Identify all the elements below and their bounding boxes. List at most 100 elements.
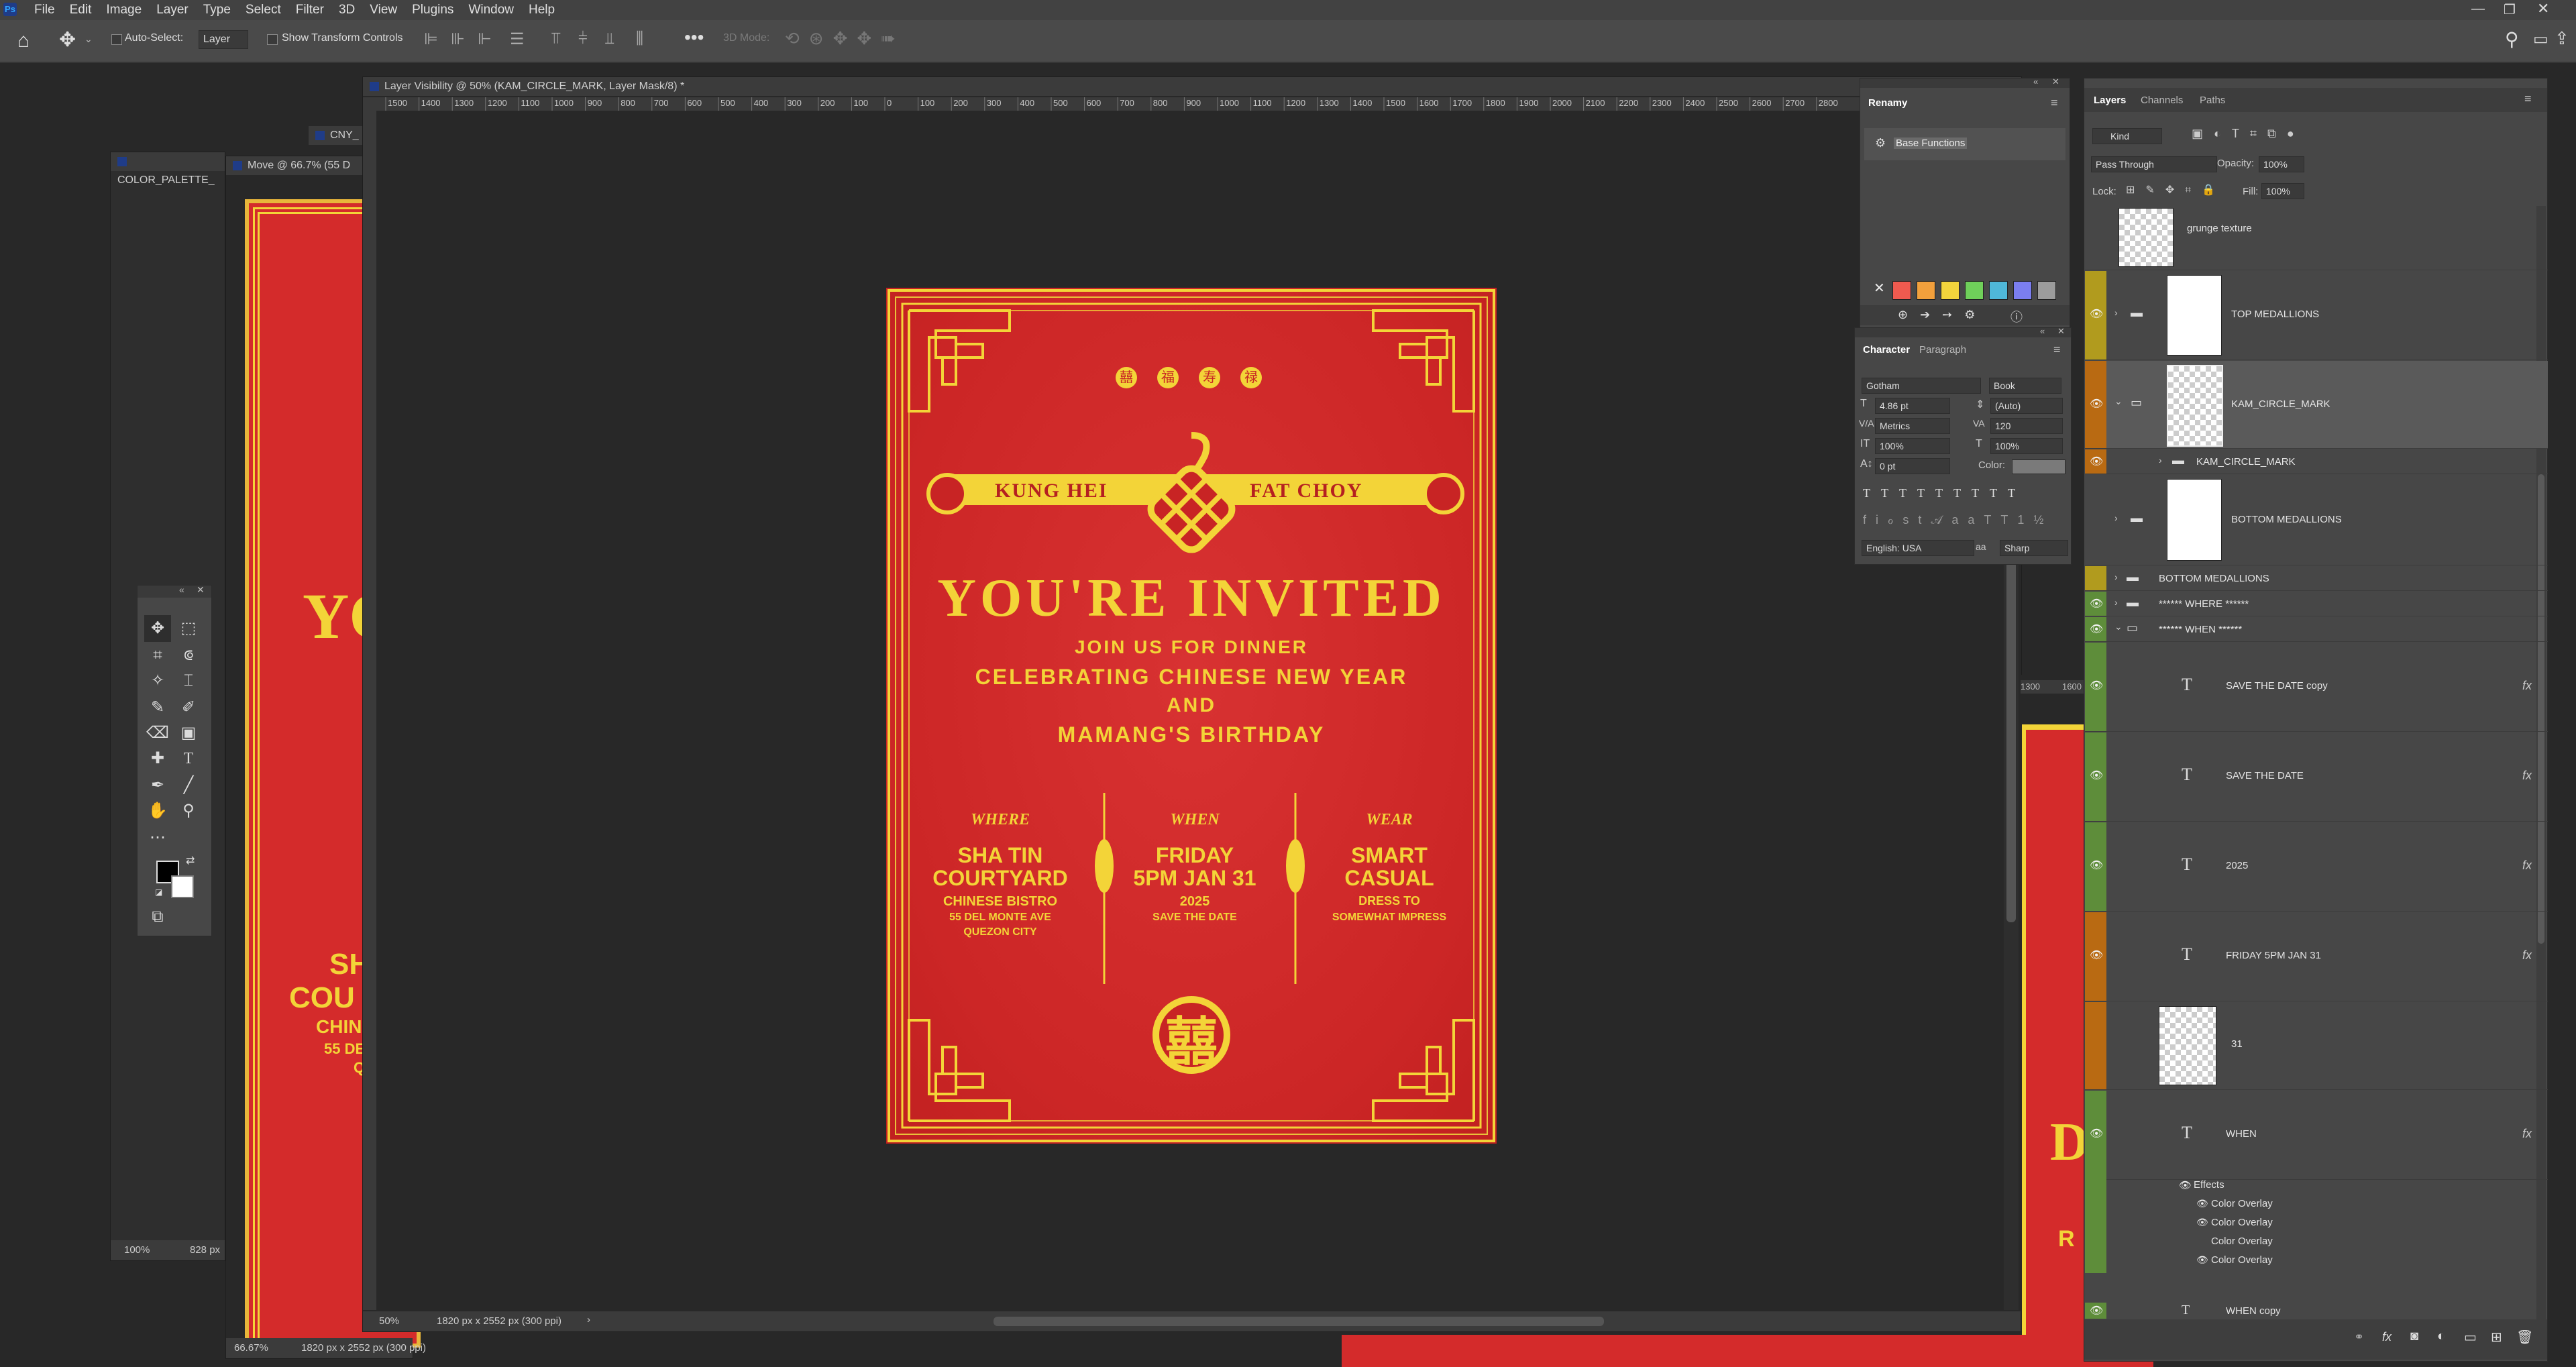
close-icon[interactable]: ✕ <box>2052 76 2059 87</box>
adjustment-icon[interactable]: ◐ <box>2437 1329 2445 1344</box>
layer-mask-thumbnail[interactable] <box>2167 365 2223 447</box>
visibility-eye-icon[interactable]: 👁 <box>2090 948 2103 962</box>
layer-name[interactable]: BOTTOM MEDALLIONS <box>2159 573 2269 584</box>
fx-icon[interactable]: fx <box>2522 769 2532 783</box>
align-bottom-icon[interactable]: ⫫ <box>605 30 614 48</box>
restore-icon[interactable]: ❐ <box>2504 1 2516 18</box>
layer-row-when-copy[interactable]: 👁 T WHEN copy <box>2085 1303 2548 1319</box>
chevron-down-icon[interactable]: ⌄ <box>2114 621 2123 633</box>
faux-style-icons[interactable]: TTTTTTTTT <box>1863 486 2026 500</box>
chevron-right-icon[interactable]: › <box>2114 597 2118 608</box>
home-icon[interactable]: ⌂ <box>17 30 30 52</box>
minimize-icon[interactable]: — <box>2471 1 2485 17</box>
layer-name[interactable]: ****** WHEN ****** <box>2159 624 2242 635</box>
layer-row-kam-mark[interactable]: 👁 ⌄ ▭ KAM_CIRCLE_MARK <box>2085 361 2548 449</box>
distribute-icon[interactable]: ☰ <box>510 30 525 49</box>
effects-label[interactable]: Effects <box>2194 1179 2224 1191</box>
layer-name[interactable]: grunge texture <box>2187 223 2252 234</box>
marquee-tool-icon[interactable]: ⬚ <box>175 615 202 642</box>
visibility-eye-icon[interactable]: 👁 <box>2090 597 2103 610</box>
3d-orbit-icons[interactable]: ⟲⊛✥✥➠ <box>785 28 905 49</box>
default-colors-icon[interactable]: ◪ <box>155 887 162 897</box>
layer-name[interactable]: FRIDAY 5PM JAN 31 <box>2226 950 2321 961</box>
status-arrow-icon[interactable]: › <box>587 1314 590 1325</box>
menu-type[interactable]: Type <box>196 0 238 20</box>
document-main[interactable]: Layer Visibility @ 50% (KAM_CIRCLE_MARK,… <box>362 76 2022 1332</box>
visibility-eye-icon[interactable]: 👁 <box>2090 769 2103 782</box>
renamy-field[interactable]: Base Functions <box>1894 138 1968 149</box>
effect-color-overlay[interactable]: Color Overlay <box>2211 1254 2273 1266</box>
swatch-gray[interactable] <box>2037 281 2056 300</box>
gradient-tool-icon[interactable]: ▣ <box>175 720 202 747</box>
antialias-select[interactable]: Sharp <box>2000 540 2068 556</box>
renamy-tab[interactable]: Renamy <box>1868 97 1907 109</box>
leading-field[interactable]: (Auto) <box>1990 398 2063 414</box>
workspace-icon[interactable]: ▭ <box>2533 30 2548 49</box>
layer-name[interactable]: WHEN <box>2226 1128 2257 1140</box>
eyedropper-icon[interactable]: ✎ <box>144 694 171 721</box>
layer-thumbnail[interactable] <box>2159 1006 2216 1085</box>
horizontal-scroll-thumb[interactable] <box>994 1317 1604 1326</box>
move-tool-icon[interactable]: ✥ <box>144 615 171 642</box>
layer-name[interactable]: BOTTOM MEDALLIONS <box>2231 514 2342 525</box>
move-tool-icon[interactable]: ✥ <box>59 28 76 52</box>
tab-paragraph[interactable]: Paragraph <box>1919 344 1966 356</box>
tab-paths[interactable]: Paths <box>2200 95 2225 106</box>
layer-name[interactable]: SAVE THE DATE copy <box>2226 680 2328 692</box>
swatch-yellow[interactable] <box>1941 281 1960 300</box>
effect-eye-icon[interactable]: 👁 <box>2196 1217 2208 1228</box>
effect-eye-icon[interactable]: 👁 <box>2196 1198 2208 1209</box>
chevron-right-icon[interactable]: › <box>2159 455 2162 466</box>
visibility-eye-icon[interactable]: 👁 <box>2090 307 2103 321</box>
chevron-down-icon[interactable]: ⌄ <box>85 34 93 45</box>
horizontal-ruler[interactable]: 1500 1400 1300 1200 1100 1000 900 800 700 600 500 4… <box>376 97 2021 111</box>
more-options-icon[interactable]: ••• <box>684 27 704 48</box>
menu-edit[interactable]: Edit <box>62 0 99 20</box>
layer-name[interactable]: KAM_CIRCLE_MARK <box>2231 398 2330 410</box>
effect-color-overlay[interactable]: Color Overlay <box>2211 1198 2273 1209</box>
effect-color-overlay[interactable]: Color Overlay <box>2211 1236 2273 1247</box>
fx-icon[interactable]: fx <box>2522 948 2532 963</box>
baseline-field[interactable]: 0 pt <box>1875 458 1950 474</box>
clear-color-icon[interactable]: ✕ <box>1874 280 1885 296</box>
change-screen-mode-icon[interactable]: ⧉ <box>144 904 171 930</box>
zoom-tool-icon[interactable]: ⚲ <box>175 798 202 824</box>
collapse-icon[interactable]: « <box>2033 76 2038 87</box>
magic-wand-icon[interactable]: ✧ <box>144 667 171 694</box>
effects-eye-icon[interactable]: 👁 <box>2179 1179 2192 1191</box>
chevron-down-icon[interactable]: ⌄ <box>2114 396 2123 407</box>
panel-menu-icon[interactable]: ≡ <box>2053 343 2061 357</box>
fill-field[interactable]: 100% <box>2261 183 2304 199</box>
object-select-icon[interactable]: ⌗ <box>144 642 171 669</box>
tab-layers[interactable]: Layers <box>2094 95 2126 106</box>
close-window-icon[interactable]: ✕ <box>2537 0 2549 17</box>
photoshop-logo-icon[interactable]: Ps <box>3 3 17 16</box>
lasso-tool-icon[interactable]: ⟃ <box>175 642 202 669</box>
delete-layer-icon[interactable]: 🗑 <box>2516 1329 2533 1346</box>
blend-mode-select[interactable]: Pass Through <box>2091 156 2217 172</box>
text-color-swatch[interactable] <box>2012 459 2065 474</box>
main-zoom[interactable]: 50% <box>379 1315 399 1327</box>
layer-name[interactable]: ****** WHERE ****** <box>2159 598 2249 610</box>
swatch-green[interactable] <box>1965 281 1984 300</box>
visibility-eye-icon[interactable]: 👁 <box>2090 679 2103 692</box>
palette-zoom[interactable]: 100% <box>124 1244 150 1256</box>
fx-icon[interactable]: fx <box>2522 1127 2532 1141</box>
menu-plugins[interactable]: Plugins <box>405 0 461 20</box>
align-left-icon[interactable]: ⊫ <box>424 30 438 49</box>
layer-name[interactable]: TOP MEDALLIONS <box>2231 309 2319 320</box>
layer-row-31[interactable]: 31 <box>2085 1002 2548 1090</box>
menu-help[interactable]: Help <box>521 0 562 20</box>
layer-row-save[interactable]: 👁 T SAVE THE DATE fx <box>2085 732 2548 822</box>
layer-row-save-copy[interactable]: 👁 T SAVE THE DATE copy fx <box>2085 643 2548 732</box>
hand-tool-icon[interactable]: ✋ <box>144 798 171 824</box>
fx-icon[interactable]: fx <box>2382 1330 2392 1344</box>
align-middle-icon[interactable]: ⫩ <box>578 30 588 48</box>
menu-file[interactable]: File <box>27 0 62 20</box>
edit-toolbar-icon[interactable]: ⋯ <box>144 824 171 851</box>
swatch-red[interactable] <box>1892 281 1911 300</box>
visibility-eye-icon[interactable]: 👁 <box>2090 397 2103 411</box>
info-icon[interactable]: ⓘ <box>2010 308 2023 325</box>
vertical-ruler[interactable] <box>363 97 376 1310</box>
distribute-vertical-icon[interactable]: ⫼ <box>636 30 643 48</box>
